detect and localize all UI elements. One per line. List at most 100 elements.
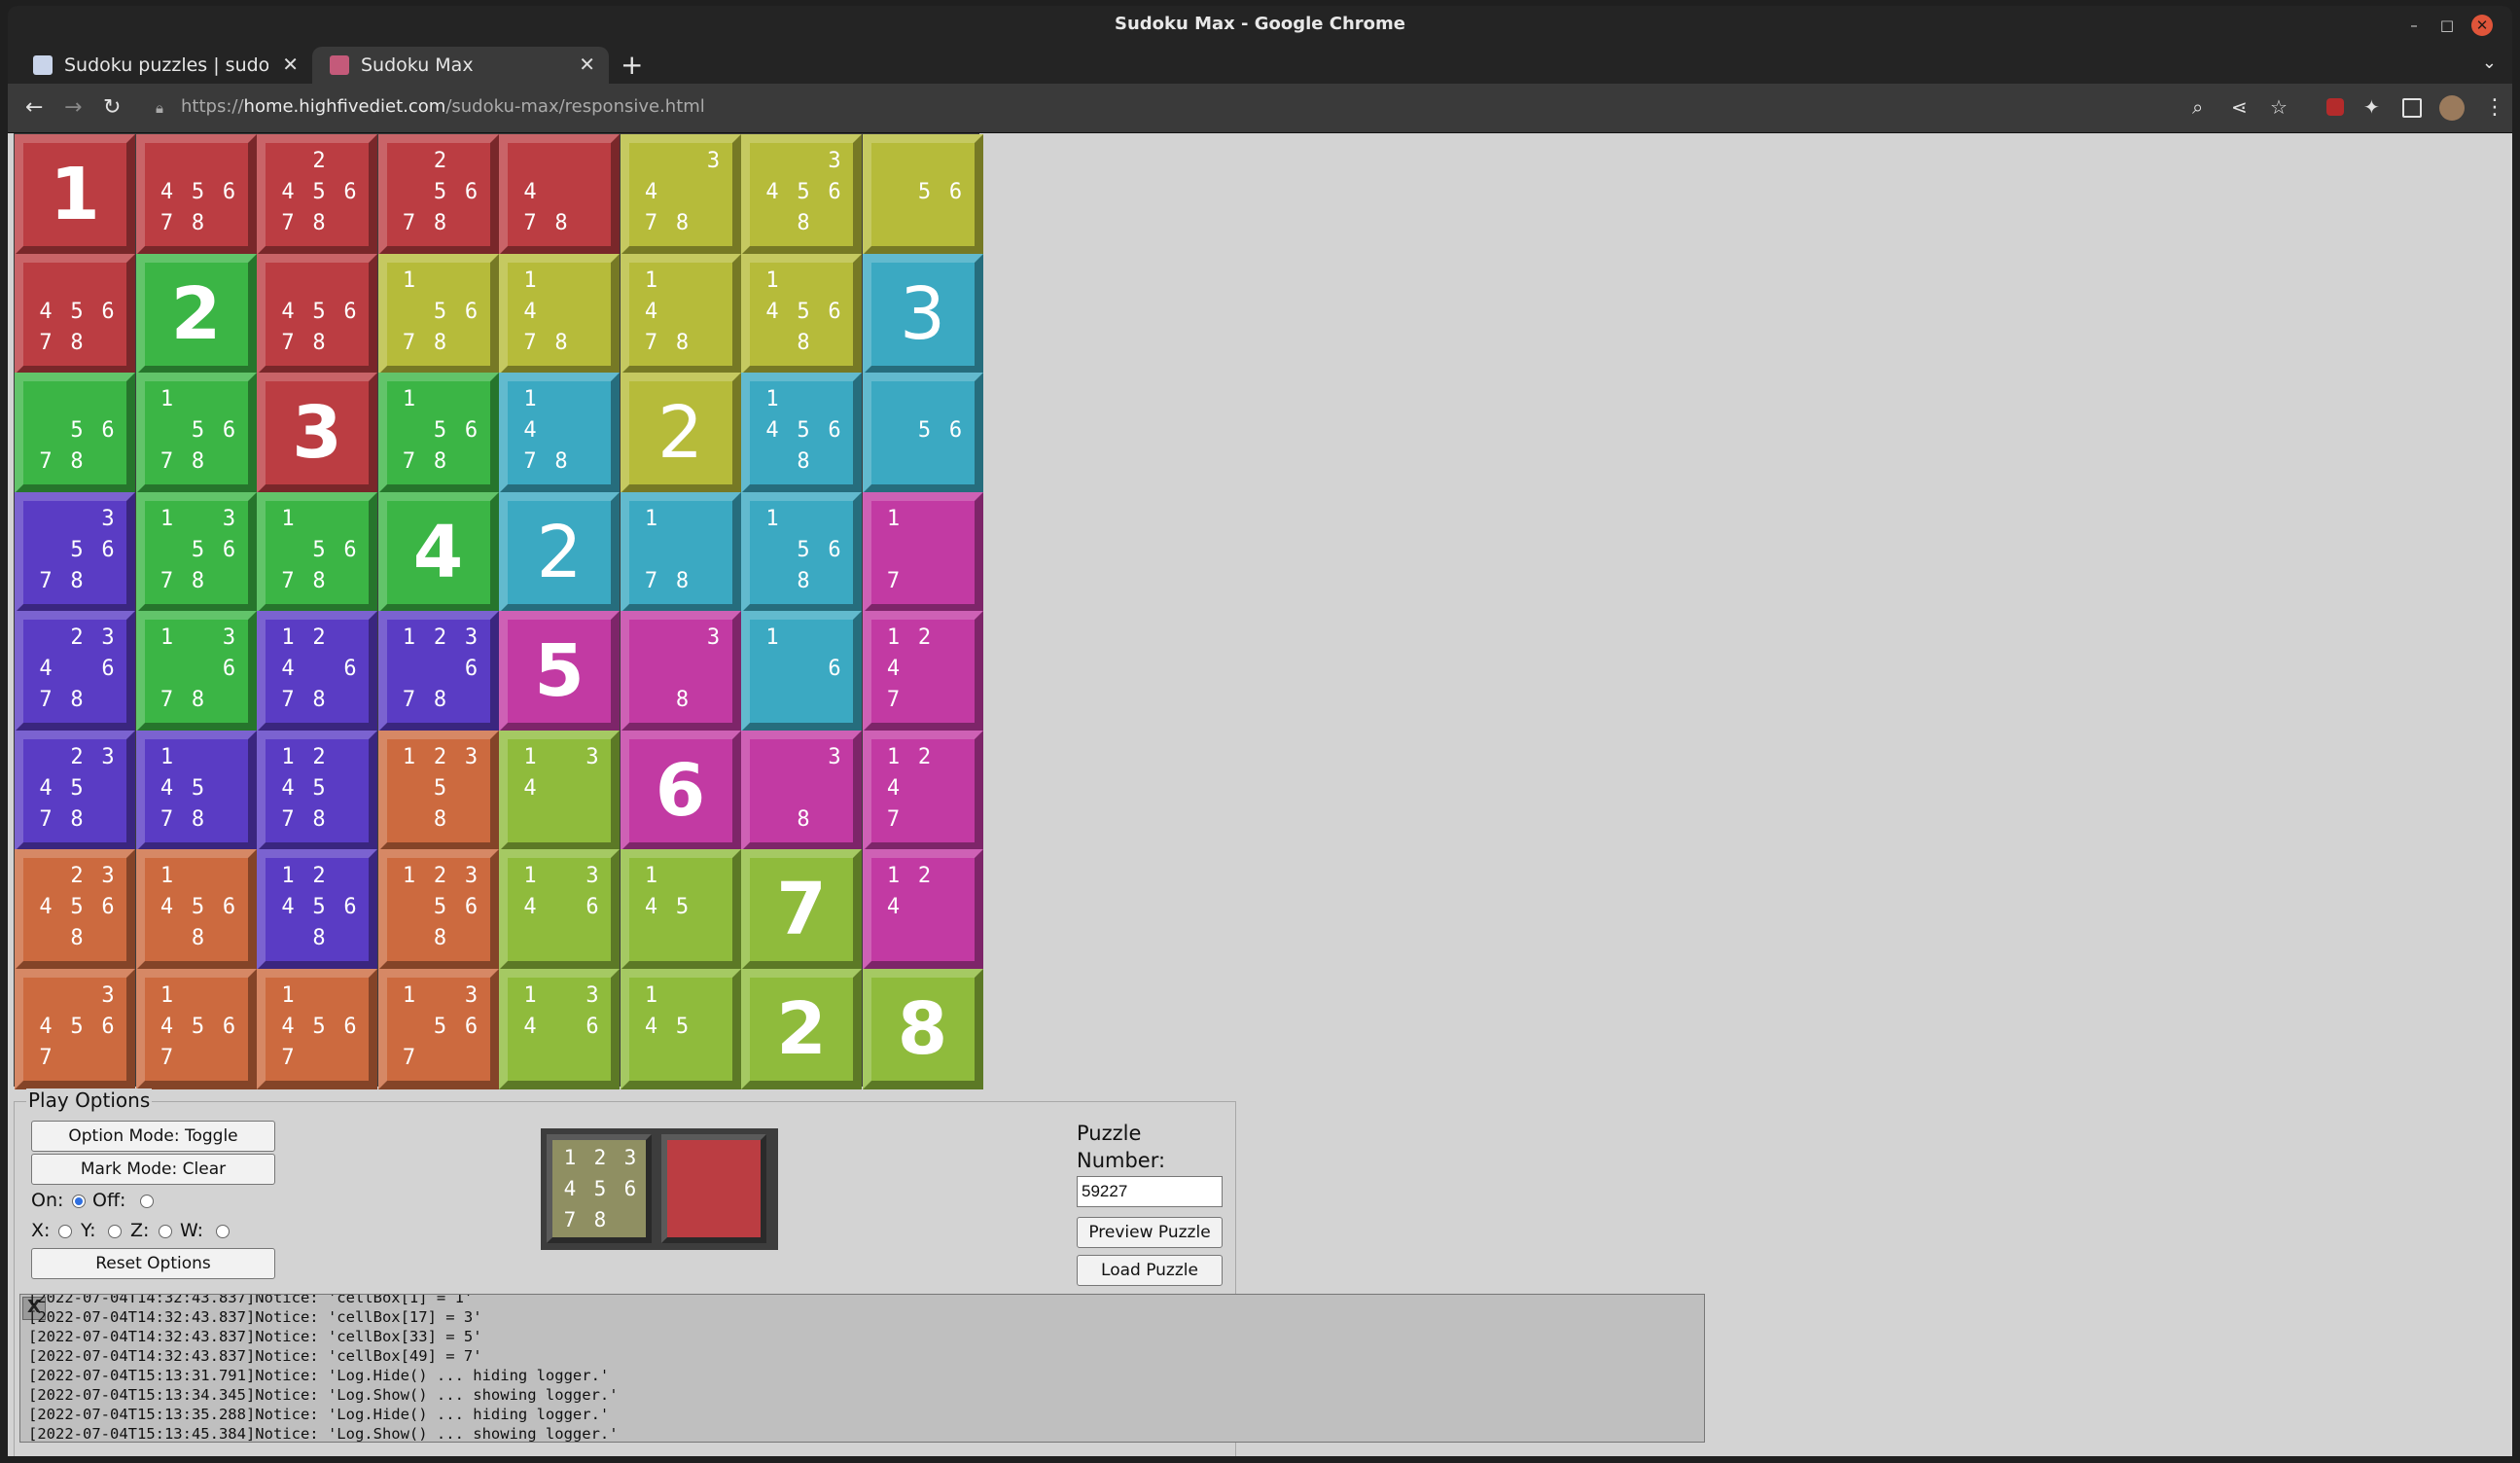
board-cell[interactable]: 2 56 78	[377, 134, 499, 255]
share-icon[interactable]: ⋖	[2231, 95, 2248, 119]
board-cell[interactable]: 2	[499, 491, 620, 613]
board-cell[interactable]: 4 78	[499, 134, 620, 255]
z-radio[interactable]	[159, 1225, 172, 1238]
reload-icon[interactable]: ↻	[103, 95, 121, 120]
board-cell[interactable]: 1 3 6 78	[135, 611, 257, 732]
off-radio[interactable]	[140, 1195, 154, 1208]
board-cell[interactable]: 124578	[257, 730, 377, 851]
board-cell[interactable]: 3	[257, 373, 377, 493]
y-radio[interactable]	[108, 1225, 122, 1238]
arrow-left-icon[interactable]: ←	[25, 95, 43, 120]
board-cell[interactable]: 1 456 7	[257, 968, 377, 1089]
board-cell[interactable]: 1 4 78	[620, 253, 741, 375]
board-cell[interactable]: 17	[862, 491, 983, 613]
board-cell[interactable]: 3	[862, 253, 983, 375]
star-icon[interactable]: ☆	[2270, 95, 2288, 119]
board-cell[interactable]: 123568	[377, 849, 499, 970]
kebab-menu-icon[interactable]: ⋮	[2484, 95, 2505, 120]
board-cell[interactable]: 8	[862, 968, 983, 1089]
board-cell[interactable]: 124 7	[862, 611, 983, 732]
board-cell[interactable]: 124 6 78	[257, 611, 377, 732]
candidate-preview-cell[interactable]: 123 456 78	[547, 1134, 652, 1243]
board-cell[interactable]: 124568	[257, 849, 377, 970]
board-cell[interactable]: 123 6 78	[377, 611, 499, 732]
board-cell[interactable]: 2456 78	[257, 134, 377, 255]
board-cell[interactable]: 7	[741, 849, 862, 970]
side-panel-icon[interactable]	[2402, 98, 2422, 118]
board-cell[interactable]: 124	[862, 849, 983, 970]
board-cell[interactable]: 156 78	[377, 373, 499, 493]
option-mode-button[interactable]: Option Mode: Toggle	[31, 1121, 275, 1152]
load-puzzle-button[interactable]: Load Puzzle	[1077, 1255, 1223, 1286]
board-cell[interactable]: 38	[620, 611, 741, 732]
board-cell[interactable]: 124 7	[862, 730, 983, 851]
board-cell[interactable]: 1 3 4 6	[499, 968, 620, 1089]
lock-icon[interactable]: 🔒︎	[156, 99, 163, 117]
board-cell[interactable]: 6	[620, 730, 741, 851]
ublock-icon[interactable]	[2326, 98, 2344, 116]
close-window-icon[interactable]: ✕	[2471, 15, 2493, 36]
puzzle-icon[interactable]: ✦	[2363, 95, 2380, 119]
board-cell[interactable]: 2	[135, 253, 257, 375]
board-cell[interactable]: 1 78	[620, 491, 741, 613]
w-radio[interactable]	[216, 1225, 230, 1238]
board-cell[interactable]: 23 4568	[15, 849, 135, 970]
board-cell[interactable]: 2	[620, 373, 741, 493]
avatar[interactable]	[2439, 95, 2465, 121]
board-cell[interactable]: 56	[862, 134, 983, 255]
address-bar[interactable]: https://home.highfivediet.com/sudoku-max…	[181, 96, 705, 117]
board-cell[interactable]: 1 3 4 6	[499, 849, 620, 970]
board-cell[interactable]: 356 78	[15, 491, 135, 613]
minimize-icon[interactable]: –	[2403, 15, 2425, 36]
tab-sudoku-max[interactable]: Sudoku Max ✕	[312, 47, 609, 84]
board-cell[interactable]: 3 4568	[741, 134, 862, 255]
tab-sudoku-puzzles[interactable]: Sudoku puzzles | sudoku : ✕	[16, 47, 312, 84]
board-cell[interactable]: 5	[499, 611, 620, 732]
board-cell[interactable]: 4	[377, 491, 499, 613]
board-cell[interactable]: 156 78	[257, 491, 377, 613]
tab-search-chevron-icon[interactable]: ⌄	[2482, 53, 2497, 73]
board-cell[interactable]: 1 356 78	[135, 491, 257, 613]
logger-panel[interactable]: X [2022-07-04T14:32:43.837]Notice: 'cell…	[19, 1294, 1705, 1443]
board-cell[interactable]: 156 78	[135, 373, 257, 493]
puzzle-number-input[interactable]	[1077, 1176, 1223, 1207]
board-cell[interactable]: 38	[741, 730, 862, 851]
board-cell[interactable]: 1 45	[620, 849, 741, 970]
board-cell[interactable]: 1 4568	[741, 373, 862, 493]
board-cell[interactable]: 1 456 7	[135, 968, 257, 1089]
board-cell[interactable]: 1 4568	[135, 849, 257, 970]
board-cell[interactable]: 1 4 78	[499, 253, 620, 375]
board-cell[interactable]: 456 78	[135, 134, 257, 255]
board-cell[interactable]: 56	[862, 373, 983, 493]
reset-options-button[interactable]: Reset Options	[31, 1248, 275, 1279]
board-cell[interactable]: 1235 8	[377, 730, 499, 851]
board-cell[interactable]: 3 456 7	[15, 968, 135, 1089]
board-cell[interactable]: 2	[741, 968, 862, 1089]
board-cell[interactable]: 1 3 4	[499, 730, 620, 851]
mark-mode-button[interactable]: Mark Mode: Clear	[31, 1154, 275, 1185]
color-preview-cell[interactable]	[661, 1134, 766, 1243]
arrow-right-icon[interactable]: →	[64, 95, 82, 120]
board-cell[interactable]: 16	[741, 611, 862, 732]
maximize-icon[interactable]: □	[2436, 15, 2458, 36]
close-tab-icon[interactable]: ✕	[579, 53, 595, 76]
board-cell[interactable]: 1 4 78	[499, 373, 620, 493]
board-cell[interactable]: 1 4578	[135, 730, 257, 851]
board-cell[interactable]: 1 4568	[741, 253, 862, 375]
board-cell[interactable]: 456 78	[15, 253, 135, 375]
board-cell[interactable]: 1 45	[620, 968, 741, 1089]
board-cell[interactable]: 156 78	[377, 253, 499, 375]
x-radio[interactable]	[58, 1225, 72, 1238]
board-cell[interactable]: 56 78	[15, 373, 135, 493]
board-cell[interactable]: 1 356 7	[377, 968, 499, 1089]
zoom-icon[interactable]: ⌕	[2192, 95, 2203, 119]
board-cell[interactable]: 3 4 78	[620, 134, 741, 255]
close-tab-icon[interactable]: ✕	[282, 53, 299, 76]
board-cell[interactable]: 1	[15, 134, 135, 255]
preview-puzzle-button[interactable]: Preview Puzzle	[1077, 1217, 1223, 1248]
new-tab-icon[interactable]: +	[621, 49, 643, 81]
board-cell[interactable]: 456 78	[257, 253, 377, 375]
on-radio[interactable]	[72, 1195, 86, 1208]
board-cell[interactable]: 1568	[741, 491, 862, 613]
board-cell[interactable]: 23 4578	[15, 730, 135, 851]
